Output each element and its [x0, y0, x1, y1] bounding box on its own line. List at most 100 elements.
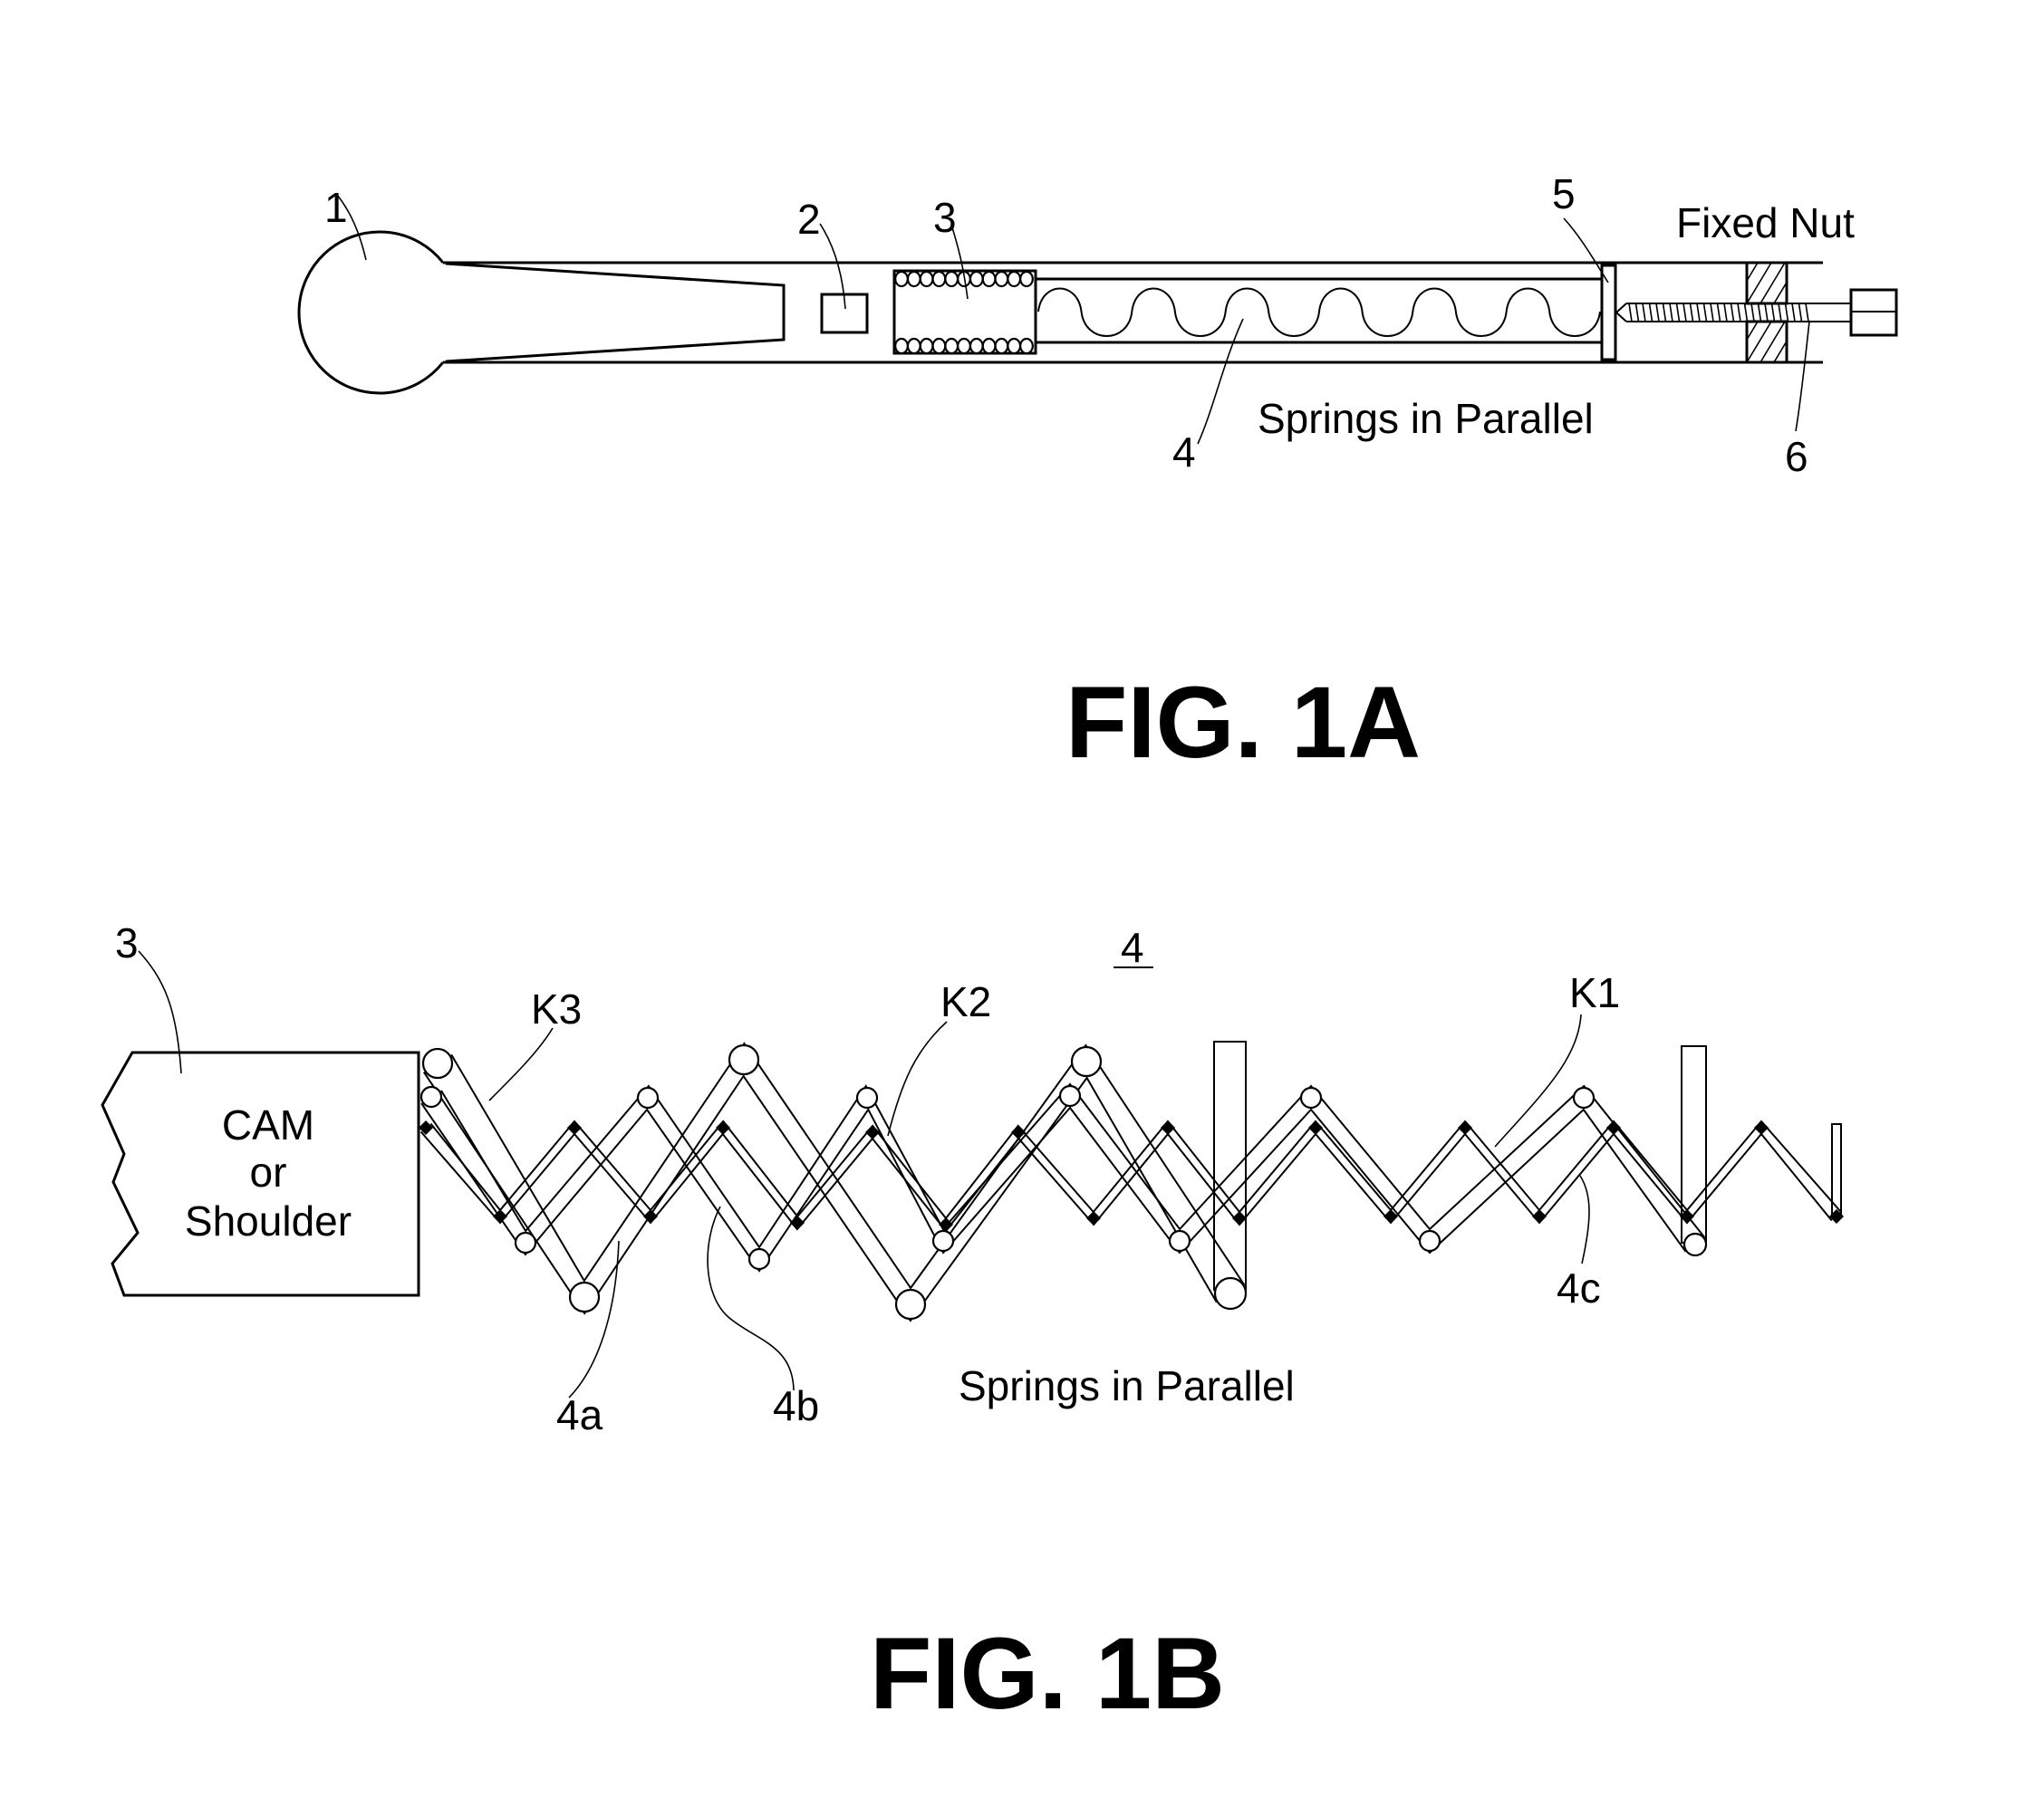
label-k2: K2 — [940, 978, 991, 1025]
bearing-ball — [906, 270, 921, 288]
ref-numeral-6: 6 — [1785, 433, 1808, 480]
leader-4 — [1197, 318, 1244, 445]
screw-thread — [1716, 303, 1721, 322]
screw-thread — [1702, 303, 1708, 322]
fixed-nut-label: Fixed Nut — [1676, 199, 1855, 246]
cam-box-line-2: or — [250, 1149, 287, 1196]
bearing-ball — [981, 270, 997, 288]
large-spring-roller — [1070, 1045, 1103, 1078]
screw-thread — [1757, 303, 1762, 322]
bearing-ball — [1019, 337, 1034, 355]
large-spring-end-roller — [1213, 1276, 1248, 1311]
spring-k1-small — [419, 1120, 1844, 1233]
springs-caption-1a: Springs in Parallel — [1258, 395, 1594, 442]
screw-thread — [1798, 303, 1803, 322]
screw-thread — [1770, 303, 1776, 322]
leader-1b-3 — [138, 950, 182, 1074]
large-spring-strand — [422, 1072, 1218, 1322]
small-spring-pivot — [567, 1120, 582, 1135]
large-spring-roller — [568, 1281, 601, 1313]
screw-thread — [1682, 303, 1687, 322]
leader-k2 — [887, 1021, 948, 1137]
ref-numeral-3: 3 — [933, 194, 957, 241]
figure-title-1b: FIG. 1B — [870, 1617, 1225, 1730]
small-spring-pivot — [1754, 1120, 1769, 1135]
ref-numeral-5: 5 — [1552, 170, 1576, 217]
hatch-line — [1746, 321, 1759, 341]
medium-spring-roller — [419, 1085, 443, 1109]
screw-thread — [1764, 303, 1769, 322]
screw-thread — [1750, 303, 1755, 322]
hatch-line — [1760, 321, 1786, 363]
adjusting-screw — [1615, 288, 1898, 337]
medium-spring-end-roller — [1682, 1232, 1708, 1257]
bearing-ball — [1019, 270, 1034, 288]
screw-thread — [1710, 303, 1714, 322]
screw-thread — [1634, 303, 1640, 322]
leader-6 — [1795, 321, 1810, 432]
hatch-line — [1760, 262, 1786, 304]
large-spring-roller — [728, 1043, 760, 1076]
screw-thread — [1642, 303, 1646, 322]
small-spring-pivot — [1606, 1120, 1621, 1135]
bearing-ball — [931, 337, 947, 355]
screw-thread — [1723, 303, 1728, 322]
ref-numeral-4a: 4a — [556, 1391, 603, 1438]
screw-thread — [1628, 303, 1633, 322]
ref-numeral-4b: 4b — [773, 1382, 819, 1429]
screw-thread — [1669, 303, 1673, 322]
pressure-plate — [1600, 264, 1617, 361]
large-spring-roller — [421, 1047, 454, 1080]
screw-thread — [1737, 303, 1741, 322]
ref-numeral-4c: 4c — [1557, 1264, 1601, 1312]
screw-thread — [1689, 303, 1694, 322]
bearing-ball — [894, 270, 909, 288]
small-spring-pivot — [1161, 1120, 1175, 1135]
small-spring-pivot — [716, 1120, 730, 1135]
medium-spring-roller — [1572, 1086, 1596, 1110]
leader-k1 — [1494, 1014, 1582, 1148]
small-spring-pivot — [1458, 1120, 1472, 1135]
screw-thread — [1662, 303, 1667, 322]
bearing-ball — [919, 337, 934, 355]
ref-numeral-2: 2 — [797, 196, 821, 243]
medium-spring-roller — [855, 1086, 879, 1110]
tapered-shaft — [445, 262, 786, 363]
bearing-ball — [969, 337, 984, 355]
springs-caption-1b: Springs in Parallel — [959, 1362, 1295, 1409]
bearing-ball — [919, 270, 934, 288]
bearing-ball — [906, 337, 921, 355]
medium-spring-strand — [420, 1102, 1687, 1273]
ref-numeral-1b-3: 3 — [115, 919, 139, 966]
figure-1a: 1 2 3 4 5 6 Fixed Nut Springs in Paralle… — [297, 170, 1898, 779]
label-k1: K1 — [1569, 969, 1620, 1016]
bearing-ball — [994, 337, 1009, 355]
screw-thread — [1730, 303, 1735, 322]
large-spring-strand — [450, 1042, 1246, 1290]
screw-thread — [1696, 303, 1701, 322]
medium-spring-roller — [1418, 1229, 1441, 1253]
leader-2 — [819, 223, 846, 310]
bearing-ball — [944, 270, 959, 288]
leader-5 — [1563, 217, 1609, 284]
hatch-line — [1746, 321, 1772, 363]
hatch-line — [1773, 341, 1788, 363]
bearing-ball — [981, 337, 997, 355]
hatch-line — [1773, 282, 1788, 304]
large-spring-roller — [894, 1288, 927, 1321]
medium-spring-roller — [1299, 1086, 1323, 1110]
medium-spring-roller — [1168, 1229, 1191, 1253]
bearing-ball — [969, 270, 984, 288]
ball-end — [297, 230, 445, 395]
bearing-rows — [894, 270, 1034, 355]
figure-title-1a: FIG. 1A — [1065, 666, 1421, 779]
cam-box-line-1: CAM — [222, 1101, 314, 1149]
screw-thread — [1791, 303, 1796, 322]
medium-spring-roller — [636, 1086, 660, 1110]
screw-thread — [1648, 303, 1654, 322]
bearing-ball — [1007, 337, 1022, 355]
label-k3: K3 — [531, 985, 582, 1033]
leader-4a — [568, 1240, 620, 1399]
bearing-ball — [1007, 270, 1022, 288]
medium-spring-roller — [931, 1229, 955, 1253]
